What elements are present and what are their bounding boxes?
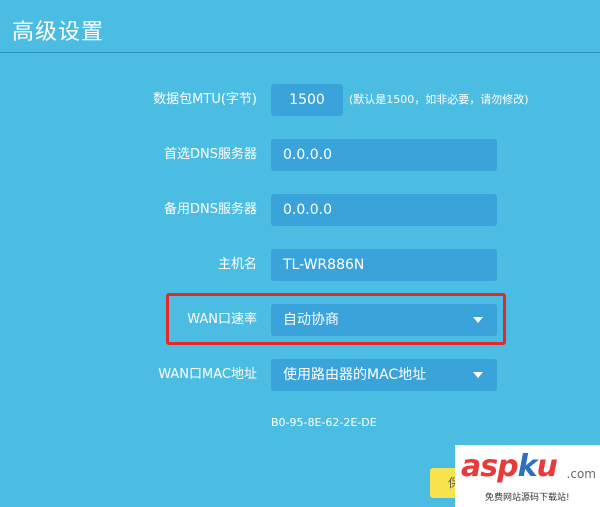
- wan-mac-value: B0-95-8E-62-2E-DE: [271, 416, 377, 429]
- hostname-label: 主机名: [217, 257, 257, 272]
- chevron-down-icon: [473, 317, 483, 323]
- primary-dns-label: 首选DNS服务器: [164, 147, 257, 162]
- page-title: 高级设置: [12, 20, 105, 45]
- wan-mac-label: WAN口MAC地址: [158, 367, 257, 382]
- primary-dns-input[interactable]: 0.0.0.0: [271, 139, 497, 171]
- title-divider: [0, 52, 600, 53]
- watermark-logo: aspku: [461, 449, 558, 484]
- secondary-dns-input[interactable]: 0.0.0.0: [271, 194, 497, 226]
- chevron-down-icon: [473, 372, 483, 378]
- hostname-input[interactable]: TL-WR886N: [271, 249, 497, 281]
- mtu-label: 数据包MTU(字节): [153, 92, 257, 107]
- mtu-hint: (默认是1500，如非必要，请勿修改): [349, 93, 529, 106]
- watermark-domain-suffix: .com: [566, 467, 596, 481]
- wan-speed-select[interactable]: 自动协商: [271, 304, 497, 336]
- watermark: aspku .com 免费网站源码下载站!: [455, 445, 600, 507]
- wan-speed-selected: 自动协商: [283, 312, 339, 328]
- mtu-input[interactable]: 1500: [271, 84, 343, 116]
- wan-mac-select[interactable]: 使用路由器的MAC地址: [271, 359, 497, 391]
- wan-speed-label: WAN口速率: [187, 312, 257, 327]
- wan-mac-selected: 使用路由器的MAC地址: [283, 367, 427, 383]
- watermark-tagline: 免费网站源码下载站!: [485, 493, 570, 503]
- secondary-dns-label: 备用DNS服务器: [164, 202, 257, 217]
